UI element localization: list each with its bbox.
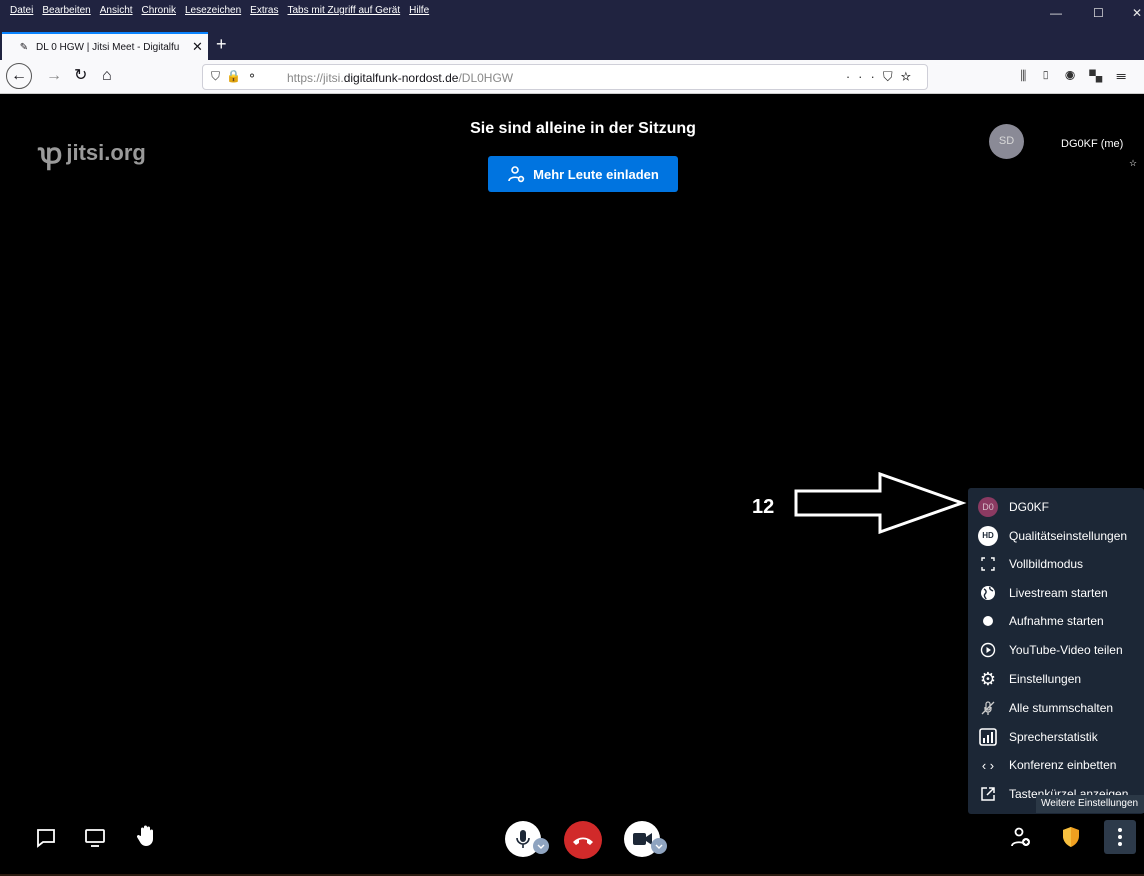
hangup-icon bbox=[573, 837, 593, 845]
jitsi-logo-icon: ꝕ bbox=[38, 138, 63, 169]
local-avatar[interactable]: SD bbox=[989, 124, 1024, 159]
annotation-number: 12 bbox=[752, 496, 775, 518]
extensions-icon[interactable]: ▚ bbox=[1089, 68, 1116, 83]
account-icon[interactable]: ◉ bbox=[1065, 68, 1089, 83]
menu-item-speaker-stats[interactable]: Sprecherstatistik bbox=[968, 723, 1144, 751]
forward-icon[interactable]: → bbox=[46, 65, 62, 87]
url-bar[interactable]: ⛉🔒⚬ https://jitsi.digitalfunk-nordost.de… bbox=[202, 64, 928, 90]
tab-favicon-icon: ✎ bbox=[19, 41, 29, 53]
globe-icon bbox=[978, 583, 998, 603]
browser-tab[interactable]: ✎ DL 0 HGW | Jitsi Meet - Digitalfu ✕ bbox=[2, 32, 208, 60]
vertical-dots-icon bbox=[1118, 828, 1122, 846]
menu-bearbeiten[interactable]: Bearbeiten bbox=[42, 5, 90, 16]
menu-item-fullscreen[interactable]: Vollbildmodus bbox=[968, 550, 1144, 578]
menu-item-record[interactable]: Aufnahme starten bbox=[968, 607, 1144, 635]
url-domain: digitalfunk-nordost.de bbox=[343, 71, 459, 85]
maximize-icon[interactable]: ☐ bbox=[1093, 6, 1104, 20]
new-tab-icon[interactable]: + bbox=[216, 34, 227, 55]
menu-item-label: DG0KF bbox=[1009, 500, 1050, 514]
menu-item-livestream[interactable]: Livestream starten bbox=[968, 579, 1144, 607]
pocket-icon[interactable]: ⛉ bbox=[883, 69, 901, 84]
menu-item-label: Vollbildmodus bbox=[1009, 557, 1084, 571]
minimize-icon[interactable]: — bbox=[1050, 6, 1062, 20]
security-shield-icon[interactable] bbox=[1061, 826, 1081, 848]
embed-icon: ‹ › bbox=[981, 757, 995, 773]
menu-extras[interactable]: Extras bbox=[250, 5, 278, 16]
menu-avatar: D0 bbox=[978, 497, 998, 517]
jitsi-logo[interactable]: ꝕ jitsi.org bbox=[38, 134, 146, 172]
stats-icon bbox=[978, 727, 998, 747]
gear-icon: ⚙ bbox=[979, 668, 997, 689]
bookmark-star-icon[interactable]: ☆ bbox=[901, 69, 919, 84]
add-person-icon bbox=[508, 166, 525, 183]
annotation-arrow-icon bbox=[794, 472, 967, 534]
menu-item-label: Sprecherstatistik bbox=[1009, 730, 1098, 744]
hamburger-icon[interactable]: ☰ bbox=[1116, 68, 1140, 83]
star-icon: ☆ bbox=[1129, 158, 1138, 168]
sidebar-icon[interactable]: ▯ bbox=[1040, 68, 1064, 83]
hd-icon: HD bbox=[978, 526, 998, 546]
menu-item-label: Livestream starten bbox=[1009, 586, 1108, 600]
invite-button[interactable]: Mehr Leute einladen bbox=[488, 156, 678, 192]
url-text[interactable]: https://jitsi.digitalfunk-nordost.de/DL0… bbox=[287, 71, 513, 85]
menu-item-label: YouTube-Video teilen bbox=[1009, 643, 1123, 657]
menu-lesezeichen[interactable]: Lesezeichen bbox=[185, 5, 241, 16]
browser-toolbar-icons: ⫼▯◉▚☰ bbox=[1020, 68, 1140, 84]
invite-label: Mehr Leute einladen bbox=[533, 166, 659, 182]
nav-bar: ← → ↻ ⌂ ⛉🔒⚬ https://jitsi.digitalfunk-no… bbox=[0, 60, 1144, 94]
security-icons[interactable]: ⛉🔒⚬ bbox=[211, 69, 263, 84]
menu-item-label: Qualitätseinstellungen bbox=[1009, 529, 1128, 543]
chat-icon[interactable] bbox=[36, 828, 56, 848]
external-icon bbox=[978, 784, 998, 804]
menu-item-label: Einstellungen bbox=[1009, 672, 1082, 686]
tab-title: DL 0 HGW | Jitsi Meet - Digitalfu bbox=[36, 41, 180, 53]
record-icon bbox=[978, 611, 998, 631]
menu-item-label: Alle stummschalten bbox=[1009, 701, 1114, 715]
menu-item-youtube[interactable]: YouTube-Video teilen bbox=[968, 636, 1144, 664]
camera-options-icon[interactable] bbox=[651, 838, 667, 854]
back-icon[interactable]: ← bbox=[6, 63, 32, 89]
avatar-icon: D0 bbox=[978, 497, 998, 517]
menu-item-label: Aufnahme starten bbox=[1009, 614, 1104, 628]
screenshare-icon[interactable] bbox=[84, 828, 106, 848]
play-icon bbox=[978, 640, 998, 660]
menu-item-embed[interactable]: ‹ › Konferenz einbetten bbox=[968, 751, 1144, 779]
menu-datei[interactable]: Datei bbox=[10, 5, 33, 16]
menu-hilfe[interactable]: Hilfe bbox=[409, 5, 429, 16]
library-icon[interactable]: ⫼ bbox=[1020, 68, 1040, 83]
menu-ansicht[interactable]: Ansicht bbox=[100, 5, 133, 16]
menu-list: Datei Bearbeiten Ansicht Chronik Lesezei… bbox=[10, 5, 429, 16]
url-actions: ···⛉☆ bbox=[846, 69, 919, 85]
home-icon[interactable]: ⌂ bbox=[102, 65, 112, 87]
mic-options-icon[interactable] bbox=[533, 838, 549, 854]
reload-icon[interactable]: ↻ bbox=[74, 65, 87, 87]
alone-message: Sie sind alleine in der Sitzung bbox=[470, 120, 696, 137]
menu-item-quality[interactable]: HD Qualitätseinstellungen bbox=[968, 522, 1144, 550]
hangup-button[interactable] bbox=[564, 821, 602, 859]
tab-close-icon[interactable]: ✕ bbox=[192, 39, 203, 55]
menu-item-settings[interactable]: ⚙ Einstellungen bbox=[968, 665, 1144, 693]
tab-bar: ✎ DL 0 HGW | Jitsi Meet - Digitalfu ✕ + bbox=[0, 30, 1144, 60]
more-settings-menu: D0 DG0KF HD Qualitätseinstellungen Vollb… bbox=[968, 488, 1144, 814]
menu-item-mute-all[interactable]: Alle stummschalten bbox=[968, 694, 1144, 722]
logo-text: jitsi.org bbox=[66, 140, 146, 165]
menu-chronik[interactable]: Chronik bbox=[142, 5, 176, 16]
menu-item-profile[interactable]: D0 DG0KF bbox=[968, 493, 1144, 521]
raise-hand-icon[interactable] bbox=[136, 824, 158, 848]
close-window-icon[interactable]: ✕ bbox=[1132, 6, 1142, 20]
url-host: https://jitsi. bbox=[287, 71, 344, 85]
more-settings-button[interactable] bbox=[1104, 820, 1136, 854]
browser-menubar: Datei Bearbeiten Ansicht Chronik Lesezei… bbox=[0, 0, 1144, 30]
more-settings-tooltip: Weitere Einstellungen bbox=[1036, 795, 1144, 813]
fullscreen-icon bbox=[978, 554, 998, 574]
invite-people-icon[interactable] bbox=[1010, 826, 1032, 848]
local-participant-name: DG0KF (me) bbox=[1061, 138, 1124, 150]
url-path: /DL0HGW bbox=[458, 71, 514, 85]
menu-item-label: Konferenz einbetten bbox=[1009, 758, 1117, 772]
mute-all-icon bbox=[978, 698, 998, 718]
page-actions-icon[interactable]: ··· bbox=[846, 69, 883, 84]
menu-tabs[interactable]: Tabs mit Zugriff auf Gerät bbox=[288, 5, 401, 16]
hd-badge: HD bbox=[978, 526, 998, 546]
